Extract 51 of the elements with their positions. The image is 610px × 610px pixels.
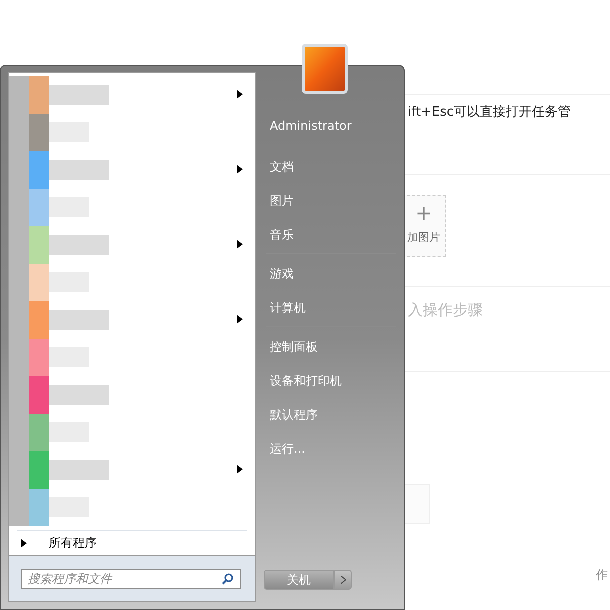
- submenu-arrow-icon: [21, 538, 27, 548]
- blurred-program-label: [49, 497, 89, 518]
- submenu-arrow-icon: [237, 90, 243, 100]
- footer-text: 作: [596, 567, 608, 584]
- blurred-program-label: [49, 122, 89, 142]
- place-link[interactable]: 文档: [266, 150, 396, 184]
- blurred-program-icon: [9, 488, 49, 526]
- blurred-program-icon: [9, 76, 49, 114]
- blurred-program-icon: [9, 264, 49, 301]
- place-link[interactable]: 默认程序: [266, 398, 396, 432]
- shutdown-button[interactable]: 关机: [264, 570, 334, 590]
- blurred-program-label: [49, 422, 89, 442]
- blurred-program-label: [49, 347, 89, 368]
- submenu-arrow-icon: [237, 465, 243, 474]
- blurred-program-icon: [9, 414, 49, 451]
- search-field[interactable]: 搜索程序和文件: [21, 568, 241, 588]
- blurred-program-icon: [9, 301, 49, 338]
- blurred-program-label: [49, 384, 109, 405]
- user-avatar-placeholder: [302, 44, 348, 94]
- blurred-program-label: [49, 197, 89, 218]
- search-icon[interactable]: [222, 572, 234, 584]
- blurred-program-label: [49, 234, 109, 255]
- blurred-program-icon: [9, 226, 49, 264]
- blurred-program-icon: [9, 376, 49, 414]
- blurred-program-label: [49, 272, 89, 292]
- add-image-button[interactable]: + 加图片: [402, 195, 446, 257]
- submenu-arrow-icon: [237, 240, 243, 250]
- place-link[interactable]: 音乐: [266, 218, 396, 252]
- shutdown-options-button[interactable]: [334, 570, 352, 590]
- place-link[interactable]: 游戏: [266, 257, 396, 291]
- blurred-program-icon: [9, 338, 49, 376]
- blurred-program-icon: [9, 451, 49, 488]
- blurred-program-icon: [9, 188, 49, 226]
- place-link[interactable]: 计算机: [266, 291, 396, 325]
- blurred-program-label: [49, 310, 109, 330]
- blurred-program-label: [49, 460, 109, 480]
- submenu-arrow-icon: [237, 165, 243, 174]
- place-link[interactable]: 运行...: [266, 432, 396, 466]
- caret-icon: [340, 576, 346, 584]
- step-text: ift+Esc可以直接打开任务管: [408, 104, 572, 122]
- blurred-program-label: [49, 160, 109, 180]
- blurred-program-icon: [9, 114, 49, 151]
- place-link[interactable]: 设备和打印机: [266, 364, 396, 398]
- blurred-program-icon: [9, 151, 49, 188]
- blurred-program-label: [49, 84, 109, 105]
- place-link[interactable]: 控制面板: [266, 330, 396, 364]
- all-programs-item[interactable]: 所有程序: [9, 531, 255, 555]
- place-link[interactable]: 图片: [266, 184, 396, 218]
- step-description-field[interactable]: 入操作步骤: [402, 299, 483, 322]
- submenu-arrow-icon: [237, 315, 243, 324]
- user-name-link[interactable]: Administrator: [266, 116, 396, 150]
